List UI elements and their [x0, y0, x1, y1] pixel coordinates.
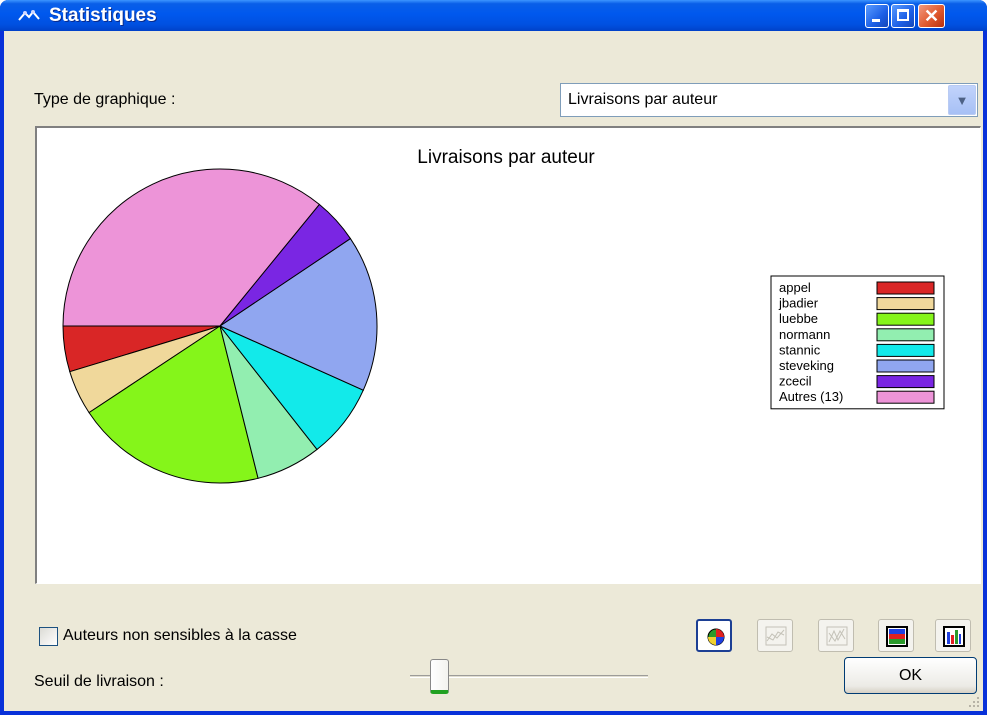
chevron-down-icon[interactable]: ▼ [948, 85, 976, 115]
legend-swatch [876, 343, 935, 357]
legend-swatch [876, 390, 935, 404]
legend-label: appel [779, 280, 811, 295]
legend-swatch [876, 312, 935, 326]
line-chart-button [757, 619, 793, 652]
legend-swatch [876, 328, 935, 342]
legend-label: stannic [779, 342, 821, 357]
pie-chart-button[interactable] [696, 619, 732, 652]
stacked-bar-button[interactable] [878, 619, 914, 652]
case-insensitive-checkbox[interactable] [39, 627, 58, 646]
legend-swatch [876, 281, 935, 295]
line-chart-icon [765, 626, 787, 646]
minimize-icon [872, 19, 880, 22]
case-insensitive-label[interactable]: Auteurs non sensibles à la casse [63, 627, 297, 645]
legend-label: normann [779, 327, 830, 342]
close-button[interactable]: ✕ [918, 4, 945, 28]
legend-label: steveking [779, 358, 834, 373]
legend-label: jbadier [778, 296, 819, 311]
bar-chart-icon [943, 626, 965, 647]
chart-type-select[interactable]: Livraisons par auteur ▼ [560, 83, 978, 117]
pie [62, 168, 378, 484]
chart-title: Livraisons par auteur [417, 147, 595, 168]
chart-type-value: Livraisons par auteur [568, 91, 718, 108]
legend-label: luebbe [779, 311, 818, 326]
chart-legend: appeljbadierluebbenormannstannicstevekin… [770, 275, 945, 410]
resize-grip-icon[interactable] [967, 695, 981, 709]
bar-chart-button[interactable] [935, 619, 971, 652]
window-title: Statistiques [49, 5, 157, 26]
stacked-bar-icon [886, 626, 908, 647]
area-chart-button [818, 619, 854, 652]
legend-swatch [876, 297, 935, 311]
legend-label: Autres (13) [779, 389, 843, 404]
chart-area: Livraisons par auteur appel jbadier luebbe… [35, 126, 981, 584]
app-icon [18, 10, 40, 21]
legend-swatch [876, 375, 935, 389]
chart-type-label: Type de graphique : [34, 91, 176, 108]
title-bar[interactable]: Statistiques ✕ [0, 0, 987, 31]
minimize-button[interactable] [865, 4, 889, 28]
maximize-button[interactable] [891, 4, 915, 28]
ok-button[interactable]: OK [844, 657, 977, 694]
maximize-icon [897, 9, 909, 21]
threshold-slider-thumb[interactable] [430, 659, 449, 694]
area-chart-icon [826, 626, 848, 646]
statistics-window: Statistiques ✕ Type de graphique : Livra… [0, 0, 987, 715]
legend-label: zcecil [779, 374, 812, 389]
legend-swatch [876, 359, 935, 373]
pie-chart-icon [707, 628, 725, 646]
threshold-label: Seuil de livraison : [34, 673, 164, 690]
close-icon: ✕ [923, 6, 940, 26]
chart-canvas: Livraisons par auteur appeljbadierluebbe… [62, 147, 945, 484]
